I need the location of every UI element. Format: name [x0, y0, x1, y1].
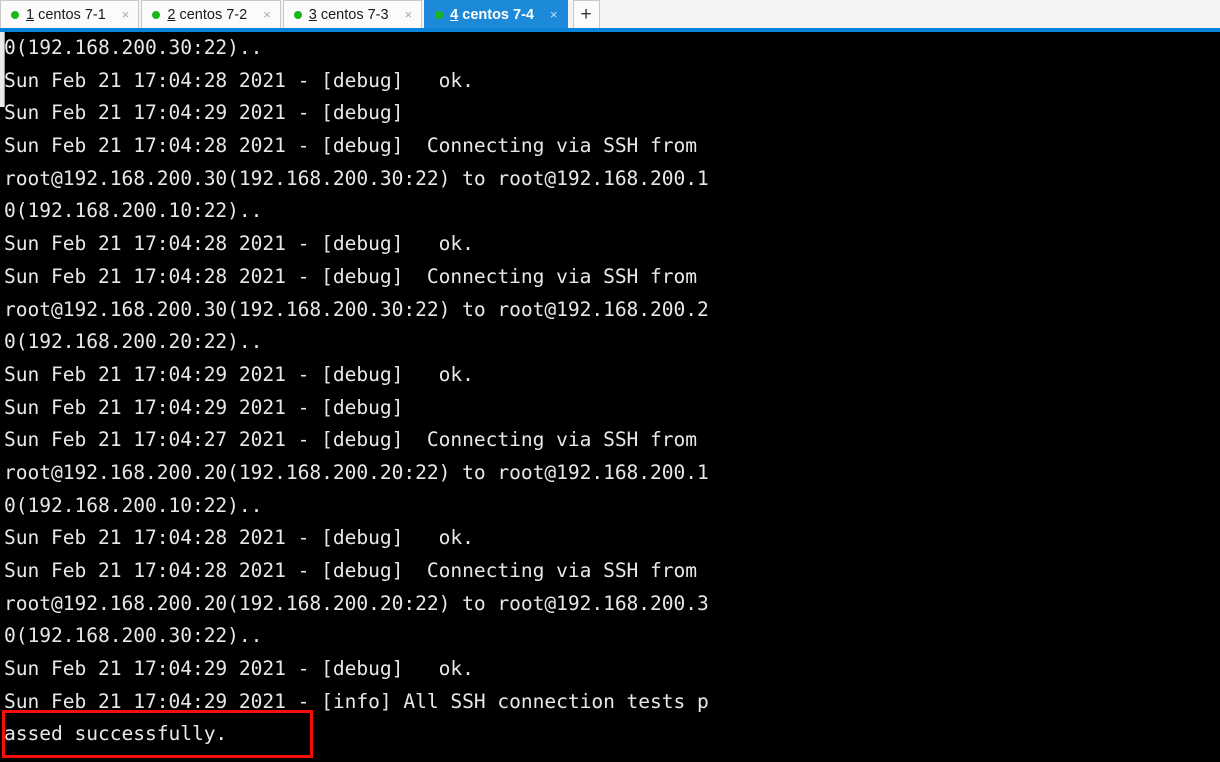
tab-status-dot-icon	[152, 10, 161, 19]
terminal-line: Sun Feb 21 17:04:29 2021 - [debug]	[4, 101, 404, 125]
tab-index-label: 4	[450, 6, 459, 23]
terminal-line: root@192.168.200.30(192.168.200.30:22) t…	[4, 297, 709, 321]
tab-centos-7-3[interactable]: 3 centos 7-3 ×	[282, 0, 423, 28]
tab-status-dot-icon	[293, 10, 302, 19]
terminal-output-pane[interactable]: 0(192.168.200.30:22).. Sun Feb 21 17:04:…	[0, 32, 1220, 762]
terminal-line: Sun Feb 21 17:04:27 2021 - [debug] Conne…	[4, 428, 698, 452]
tab-status-dot-icon	[11, 10, 19, 19]
terminal-line: 0(192.168.200.10:22)..	[4, 199, 263, 223]
close-icon[interactable]: ×	[120, 8, 132, 21]
terminal-line: root@192.168.200.20(192.168.200.20:22) t…	[4, 591, 709, 615]
terminal-line: Sun Feb 21 17:04:28 2021 - [debug] Conne…	[4, 264, 698, 288]
terminal-line: 0(192.168.200.30:22)..	[4, 624, 263, 648]
terminal-line: Sun Feb 21 17:04:28 2021 - [debug] ok.	[4, 68, 474, 92]
tab-title-label: centos 7-1	[38, 6, 106, 23]
tab-status-dot-icon	[435, 10, 444, 19]
terminal-line: Sun Feb 21 17:04:29 2021 - [debug]	[4, 395, 404, 419]
close-icon[interactable]: ×	[548, 8, 560, 21]
tab-index-label: 1	[26, 6, 35, 23]
tab-title-label: centos 7-2	[179, 6, 248, 23]
terminal-line: assed successfully.	[4, 722, 228, 746]
terminal-line: Sun Feb 21 17:04:29 2021 - [debug] ok.	[4, 657, 474, 681]
terminal-line: Sun Feb 21 17:04:28 2021 - [debug] Conne…	[4, 559, 698, 582]
terminal-line: Sun Feb 21 17:04:29 2021 - [debug] ok.	[4, 362, 474, 386]
tab-index-label: 2	[167, 6, 176, 23]
close-icon[interactable]: ×	[261, 8, 273, 21]
terminal-line: root@192.168.200.30(192.168.200.30:22) t…	[4, 166, 709, 190]
terminal-line: Sun Feb 21 17:04:28 2021 - [debug] Conne…	[4, 134, 698, 158]
tab-centos-7-2[interactable]: 2 centos 7-2 ×	[141, 0, 281, 28]
terminal-window: 1 centos 7-1 × 2 centos 7-2 × 3 centos 7…	[0, 0, 1220, 762]
terminal-line: root@192.168.200.20(192.168.200.20:22) t…	[4, 460, 709, 484]
tab-centos-7-4[interactable]: 4 centos 7-4 ×	[424, 0, 568, 28]
terminal-line: Sun Feb 21 17:04:29 2021 - [info] All SS…	[4, 689, 709, 713]
terminal-line: Sun Feb 21 17:04:28 2021 - [debug] ok.	[4, 526, 474, 550]
terminal-line: 0(192.168.200.10:22)..	[4, 493, 263, 517]
new-tab-button[interactable]: +	[572, 0, 600, 28]
tab-index-label: 3	[308, 6, 317, 23]
tab-title-label: centos 7-4	[462, 6, 534, 23]
tab-centos-7-1[interactable]: 1 centos 7-1 ×	[0, 0, 140, 28]
terminal-line: 0(192.168.200.30:22)..	[4, 36, 263, 59]
tab-title-label: centos 7-3	[320, 6, 389, 23]
terminal-line: 0(192.168.200.20:22)..	[4, 330, 263, 354]
terminal-line-list: 0(192.168.200.30:22).. Sun Feb 21 17:04:…	[4, 32, 1220, 751]
close-icon[interactable]: ×	[403, 8, 415, 21]
tab-bar: 1 centos 7-1 × 2 centos 7-2 × 3 centos 7…	[0, 0, 1220, 32]
terminal-line: Sun Feb 21 17:04:28 2021 - [debug] ok.	[4, 232, 474, 256]
